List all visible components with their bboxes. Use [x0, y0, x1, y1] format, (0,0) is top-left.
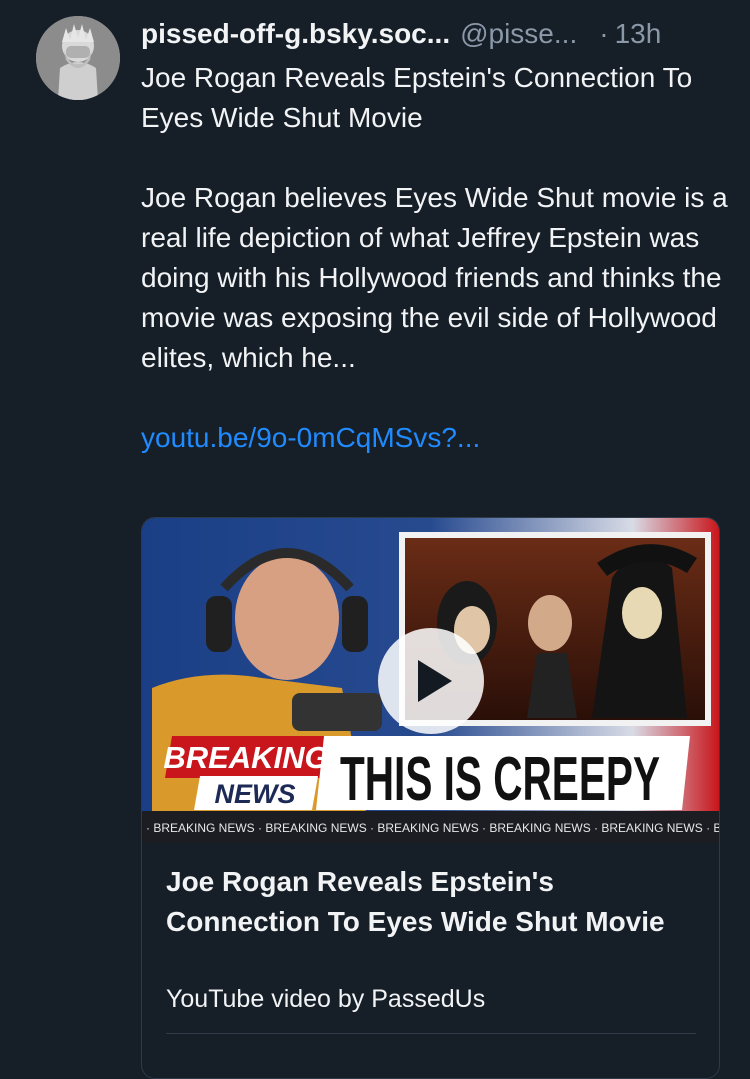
handle[interactable]: @pisse... — [460, 18, 577, 50]
card-description: YouTube video by PassedUs — [166, 985, 486, 1013]
breaking-label-2: NEWS — [215, 779, 296, 809]
thumbnail-headline: THIS IS CREEPY — [340, 745, 660, 814]
avatar[interactable] — [36, 16, 120, 100]
video-thumbnail[interactable]: BREAKING NEWS THIS IS CREEPY · BREAKING … — [142, 518, 719, 843]
breaking-label-1: BREAKING — [163, 740, 328, 775]
statue-avatar-icon — [36, 16, 120, 100]
post-header: pissed-off-g.bsky.soc... @pisse... · 13h — [141, 14, 731, 54]
post: pissed-off-g.bsky.soc... @pisse... · 13h… — [0, 0, 750, 1079]
display-name[interactable]: pissed-off-g.bsky.soc... — [141, 18, 450, 50]
post-link[interactable]: youtu.be/9o-0mCqMSvs?... — [141, 418, 731, 458]
post-body: Joe Rogan believes Eyes Wide Shut movie … — [141, 182, 728, 373]
play-icon — [418, 660, 452, 702]
post-text: Joe Rogan Reveals Epstein's Connection T… — [141, 58, 731, 458]
link-card[interactable]: BREAKING NEWS THIS IS CREEPY · BREAKING … — [141, 517, 720, 1079]
breaking-ticker: · BREAKING NEWS · BREAKING NEWS · BREAKI… — [146, 821, 719, 835]
card-title: Joe Rogan Reveals Epstein's Connection T… — [166, 866, 665, 937]
post-title-line: Joe Rogan Reveals Epstein's Connection T… — [141, 62, 693, 133]
separator-dot: · — [599, 18, 609, 49]
timestamp[interactable]: 13h — [615, 18, 662, 50]
card-divider — [166, 1033, 696, 1034]
play-button[interactable] — [378, 628, 484, 734]
